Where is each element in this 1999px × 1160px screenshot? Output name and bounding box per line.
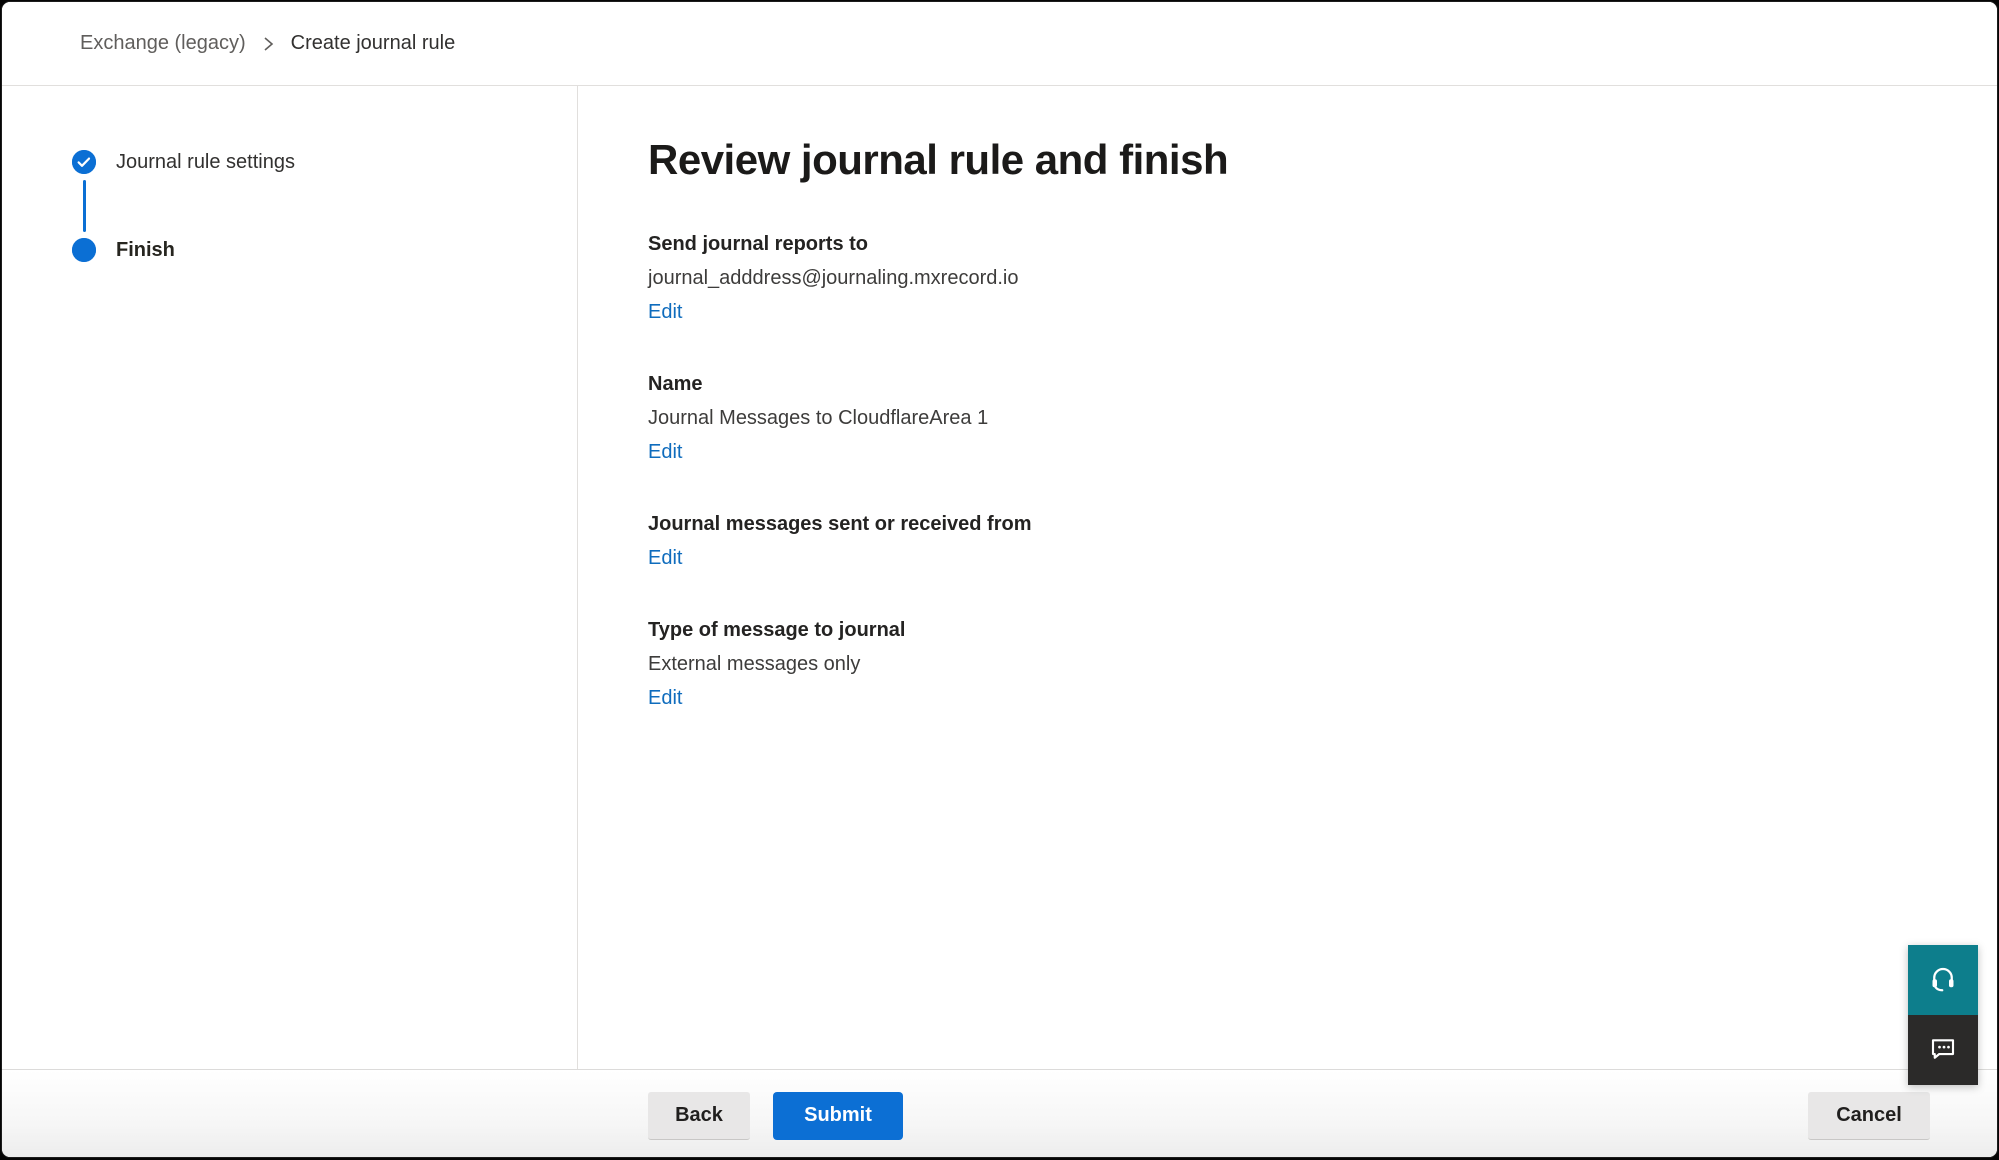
section-type-of-message: Type of message to journal External mess… [648,616,1937,712]
section-label: Journal messages sent or received from [648,510,1937,538]
section-value: journal_adddress@journaling.mxrecord.io [648,264,1937,292]
footer-action-bar: Back Submit Cancel [2,1069,1997,1158]
wizard-steps-sidebar: Journal rule settings Finish [2,86,578,1069]
wizard-step-label: Finish [116,239,175,262]
breadcrumb-link-exchange-legacy[interactable]: Exchange (legacy) [80,32,246,55]
back-button[interactable]: Back [648,1092,750,1140]
section-name: Name Journal Messages to CloudflareArea … [648,370,1937,466]
review-sections: Send journal reports to journal_adddress… [648,230,1937,712]
content-row: Journal rule settings Finish Review jour… [2,86,1997,1069]
section-label: Name [648,370,1937,398]
breadcrumb: Exchange (legacy) Create journal rule [80,32,455,55]
chat-icon [1928,1034,1958,1067]
section-value: External messages only [648,650,1937,678]
headset-icon [1928,964,1958,997]
support-button[interactable] [1908,945,1978,1015]
review-panel: Review journal rule and finish Send jour… [578,86,1997,1069]
exchange-admin-window: Exchange (legacy) Create journal rule Jo… [1,1,1998,1158]
page-title: Review journal rule and finish [648,136,1937,184]
edit-send-journal-reports-link[interactable]: Edit [648,298,682,326]
edit-name-link[interactable]: Edit [648,438,682,466]
submit-button[interactable]: Submit [773,1092,903,1140]
section-value: Journal Messages to CloudflareArea 1 [648,404,1937,432]
wizard-step-journal-rule-settings[interactable]: Journal rule settings [72,150,577,174]
breadcrumb-bar: Exchange (legacy) Create journal rule [2,2,1997,86]
wizard-step-label: Journal rule settings [116,151,295,174]
cancel-button[interactable]: Cancel [1808,1092,1930,1140]
breadcrumb-chevron-icon [262,35,275,53]
step-completed-check-icon [72,150,96,174]
edit-type-of-message-link[interactable]: Edit [648,684,682,712]
step-connector-line [83,180,86,232]
section-label: Type of message to journal [648,616,1937,644]
section-label: Send journal reports to [648,230,1937,258]
edit-journal-messages-scope-link[interactable]: Edit [648,544,682,572]
feedback-button[interactable] [1908,1015,1978,1085]
wizard-step-finish[interactable]: Finish [72,238,577,262]
floating-help-stack [1908,945,1978,1085]
section-journal-messages-scope: Journal messages sent or received from E… [648,510,1937,572]
step-current-dot-icon [72,238,96,262]
breadcrumb-current-page: Create journal rule [291,32,456,55]
section-send-journal-reports-to: Send journal reports to journal_adddress… [648,230,1937,326]
